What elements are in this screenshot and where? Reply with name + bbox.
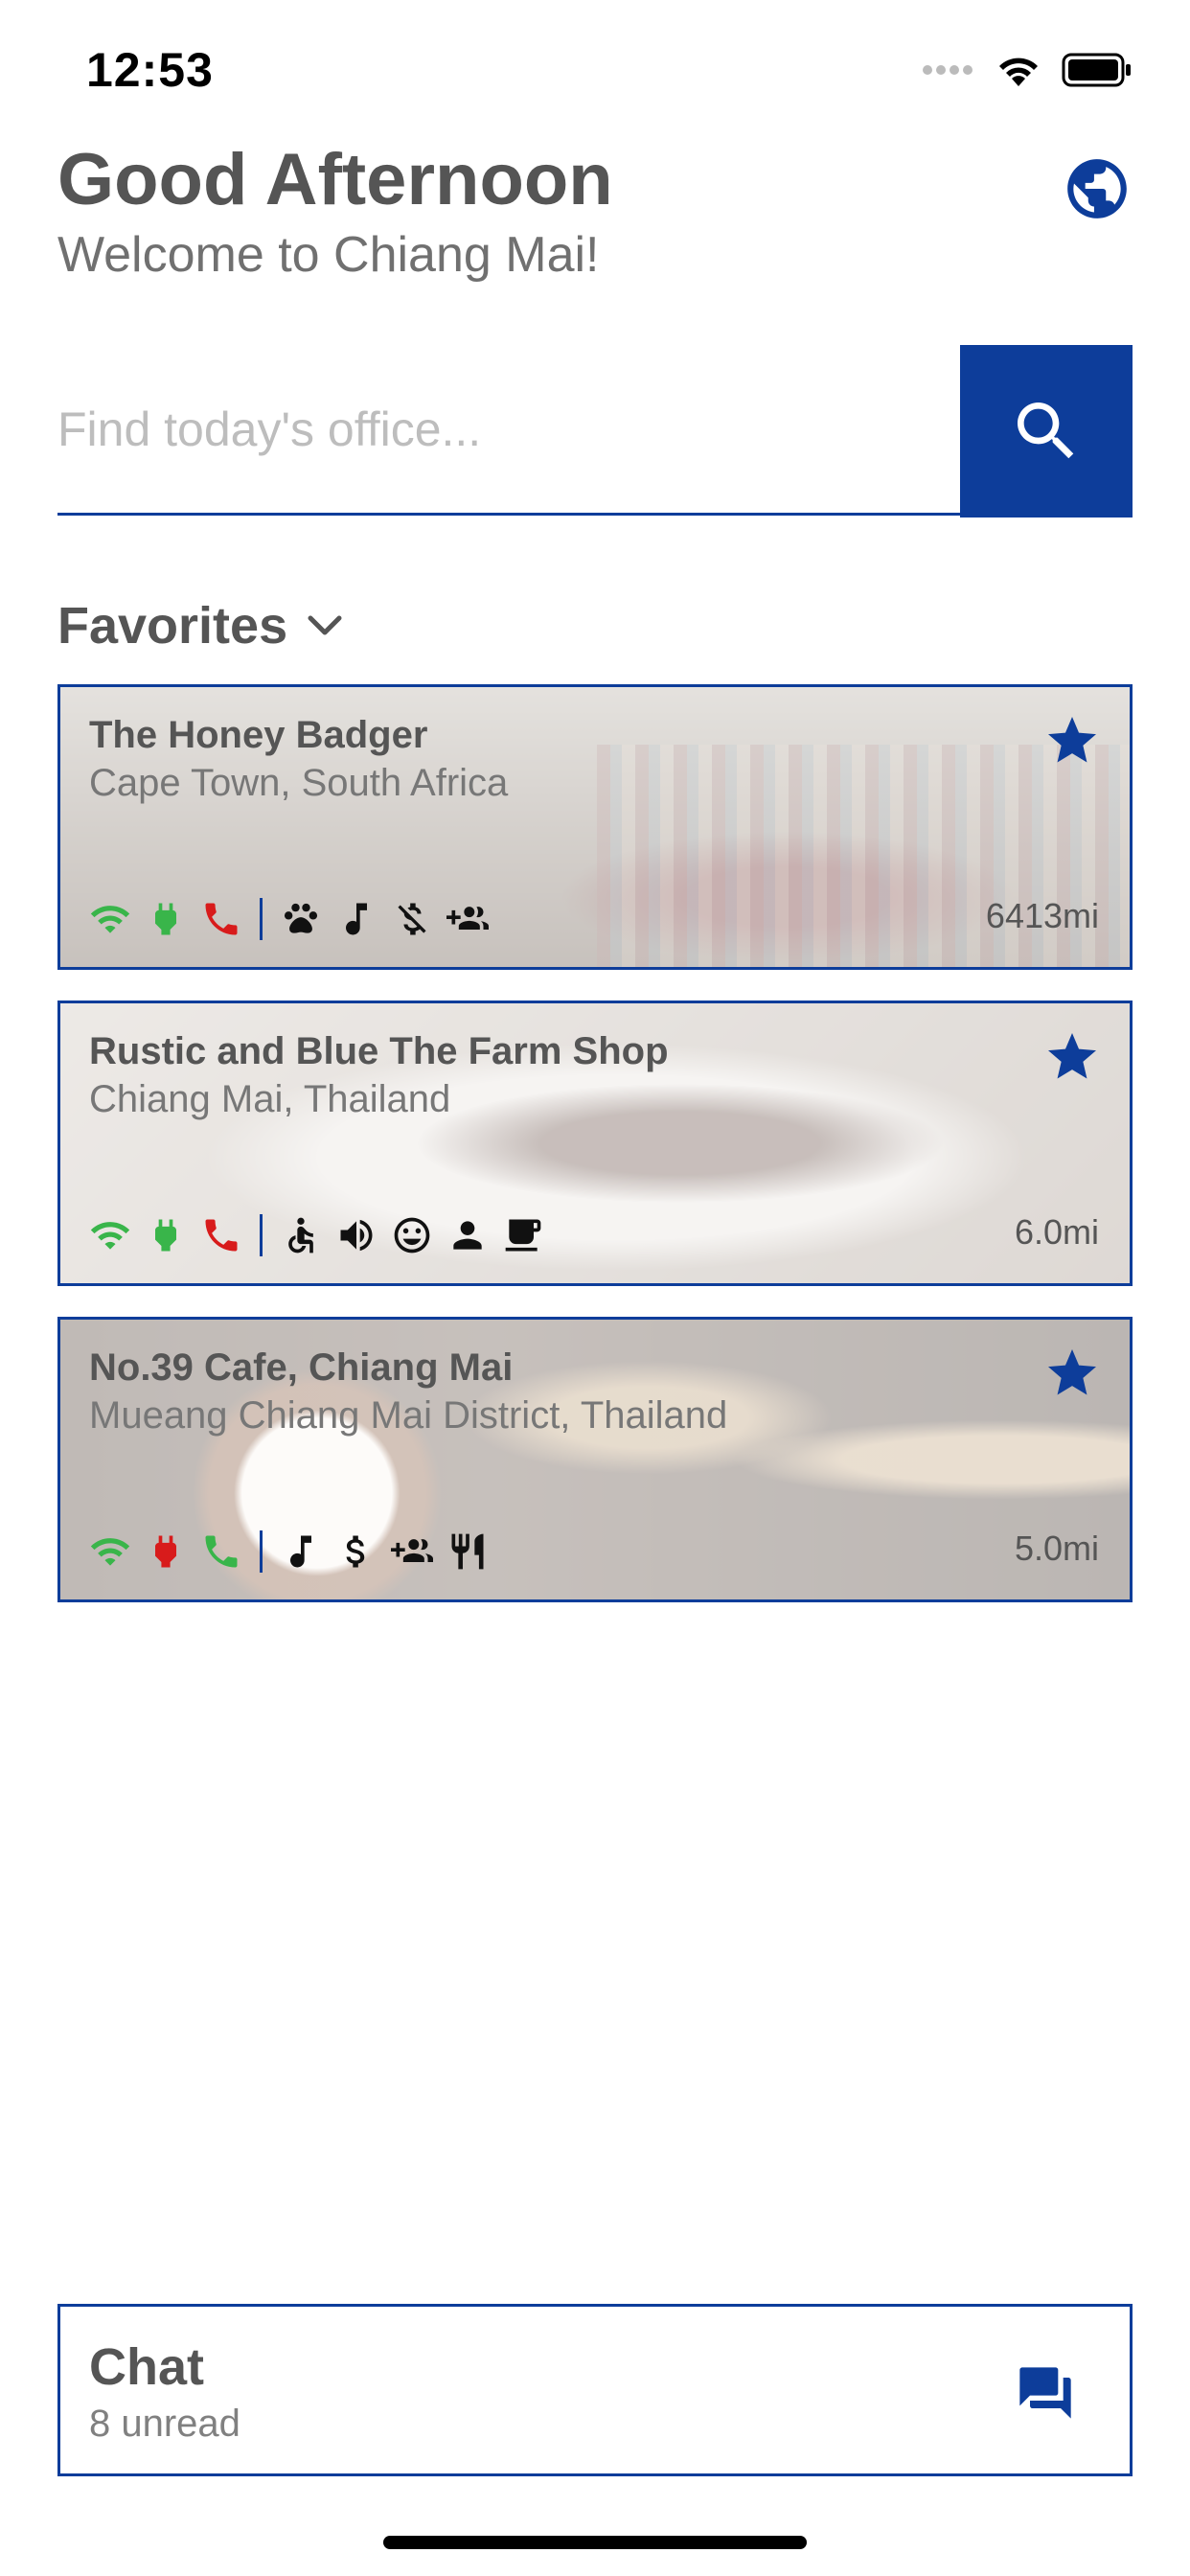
favorites-label: Favorites [57, 597, 288, 655]
status-time: 12:53 [86, 43, 214, 97]
wifi-status-icon [90, 906, 130, 933]
battery-icon [1062, 53, 1133, 92]
power-status-icon [155, 1535, 176, 1568]
power-status-icon [155, 903, 176, 935]
chat-title: Chat [89, 2338, 204, 2396]
paw-icon [284, 903, 318, 933]
restaurant-icon [451, 1533, 484, 1570]
group-add-icon [446, 907, 489, 930]
no-money-icon [398, 903, 426, 935]
music-icon [346, 903, 367, 935]
divider [260, 898, 263, 940]
chat-unread-count: 8 unread [89, 2403, 240, 2445]
coffee-icon [505, 1219, 541, 1252]
music-icon [290, 1535, 311, 1568]
phone-status-icon [205, 903, 238, 935]
signal-dots-icon [922, 62, 975, 82]
star-icon[interactable] [1043, 712, 1101, 770]
card-icon-row [89, 1530, 489, 1573]
wifi-icon [995, 52, 1042, 93]
group-add-icon [391, 1539, 433, 1562]
wifi-status-icon [90, 1538, 130, 1566]
card-title: The Honey Badger [89, 714, 428, 756]
search-button[interactable] [960, 345, 1133, 518]
accessible-icon [288, 1217, 313, 1254]
search-icon [1018, 402, 1074, 459]
home-indicator [383, 2536, 807, 2549]
card-distance: 6413mi [985, 896, 1099, 935]
person-icon [453, 1221, 482, 1250]
divider [260, 1214, 263, 1256]
favorite-card[interactable]: The Honey Badger Cape Town, South Africa… [57, 684, 1133, 970]
phone-status-icon [205, 1535, 238, 1568]
card-distance: 6.0mi [1014, 1212, 1099, 1252]
page-subtitle: Welcome to Chiang Mai! [57, 227, 600, 283]
card-distance: 5.0mi [1014, 1529, 1099, 1568]
star-icon[interactable] [1043, 1345, 1101, 1402]
card-title: No.39 Cafe, Chiang Mai [89, 1346, 514, 1389]
search-row [57, 345, 1133, 518]
volume-icon [340, 1219, 373, 1252]
card-icon-row [89, 1214, 544, 1256]
power-status-icon [155, 1219, 176, 1252]
divider [260, 1530, 263, 1573]
favorite-card[interactable]: No.39 Cafe, Chiang Mai Mueang Chiang Mai… [57, 1317, 1133, 1602]
status-bar: 12:53 [0, 0, 1190, 144]
chevron-down-icon [308, 615, 342, 635]
status-icons [922, 52, 1133, 93]
phone-status-icon [205, 1219, 238, 1252]
card-title: Rustic and Blue The Farm Shop [89, 1030, 669, 1072]
card-location: Mueang Chiang Mai District, Thailand [89, 1394, 728, 1437]
globe-button[interactable] [1062, 153, 1133, 224]
card-location: Chiang Mai, Thailand [89, 1078, 451, 1120]
card-location: Cape Town, South Africa [89, 762, 509, 804]
globe-icon [1067, 159, 1127, 218]
greeting: Good Afternoon Welcome to Chiang Mai! [57, 139, 613, 283]
chat-bar[interactable]: Chat 8 unread [57, 2304, 1133, 2476]
smiley-icon [394, 1217, 430, 1254]
favorite-card[interactable]: Rustic and Blue The Farm Shop Chiang Mai… [57, 1000, 1133, 1286]
search-input[interactable] [57, 345, 960, 516]
page-title: Good Afternoon [57, 139, 613, 220]
star-icon[interactable] [1043, 1028, 1101, 1086]
chat-icon[interactable] [1013, 2362, 1078, 2424]
favorites-toggle[interactable]: Favorites [57, 596, 343, 656]
dollar-icon [346, 1535, 365, 1568]
wifi-status-icon [90, 1222, 130, 1250]
card-icon-row [89, 898, 489, 940]
